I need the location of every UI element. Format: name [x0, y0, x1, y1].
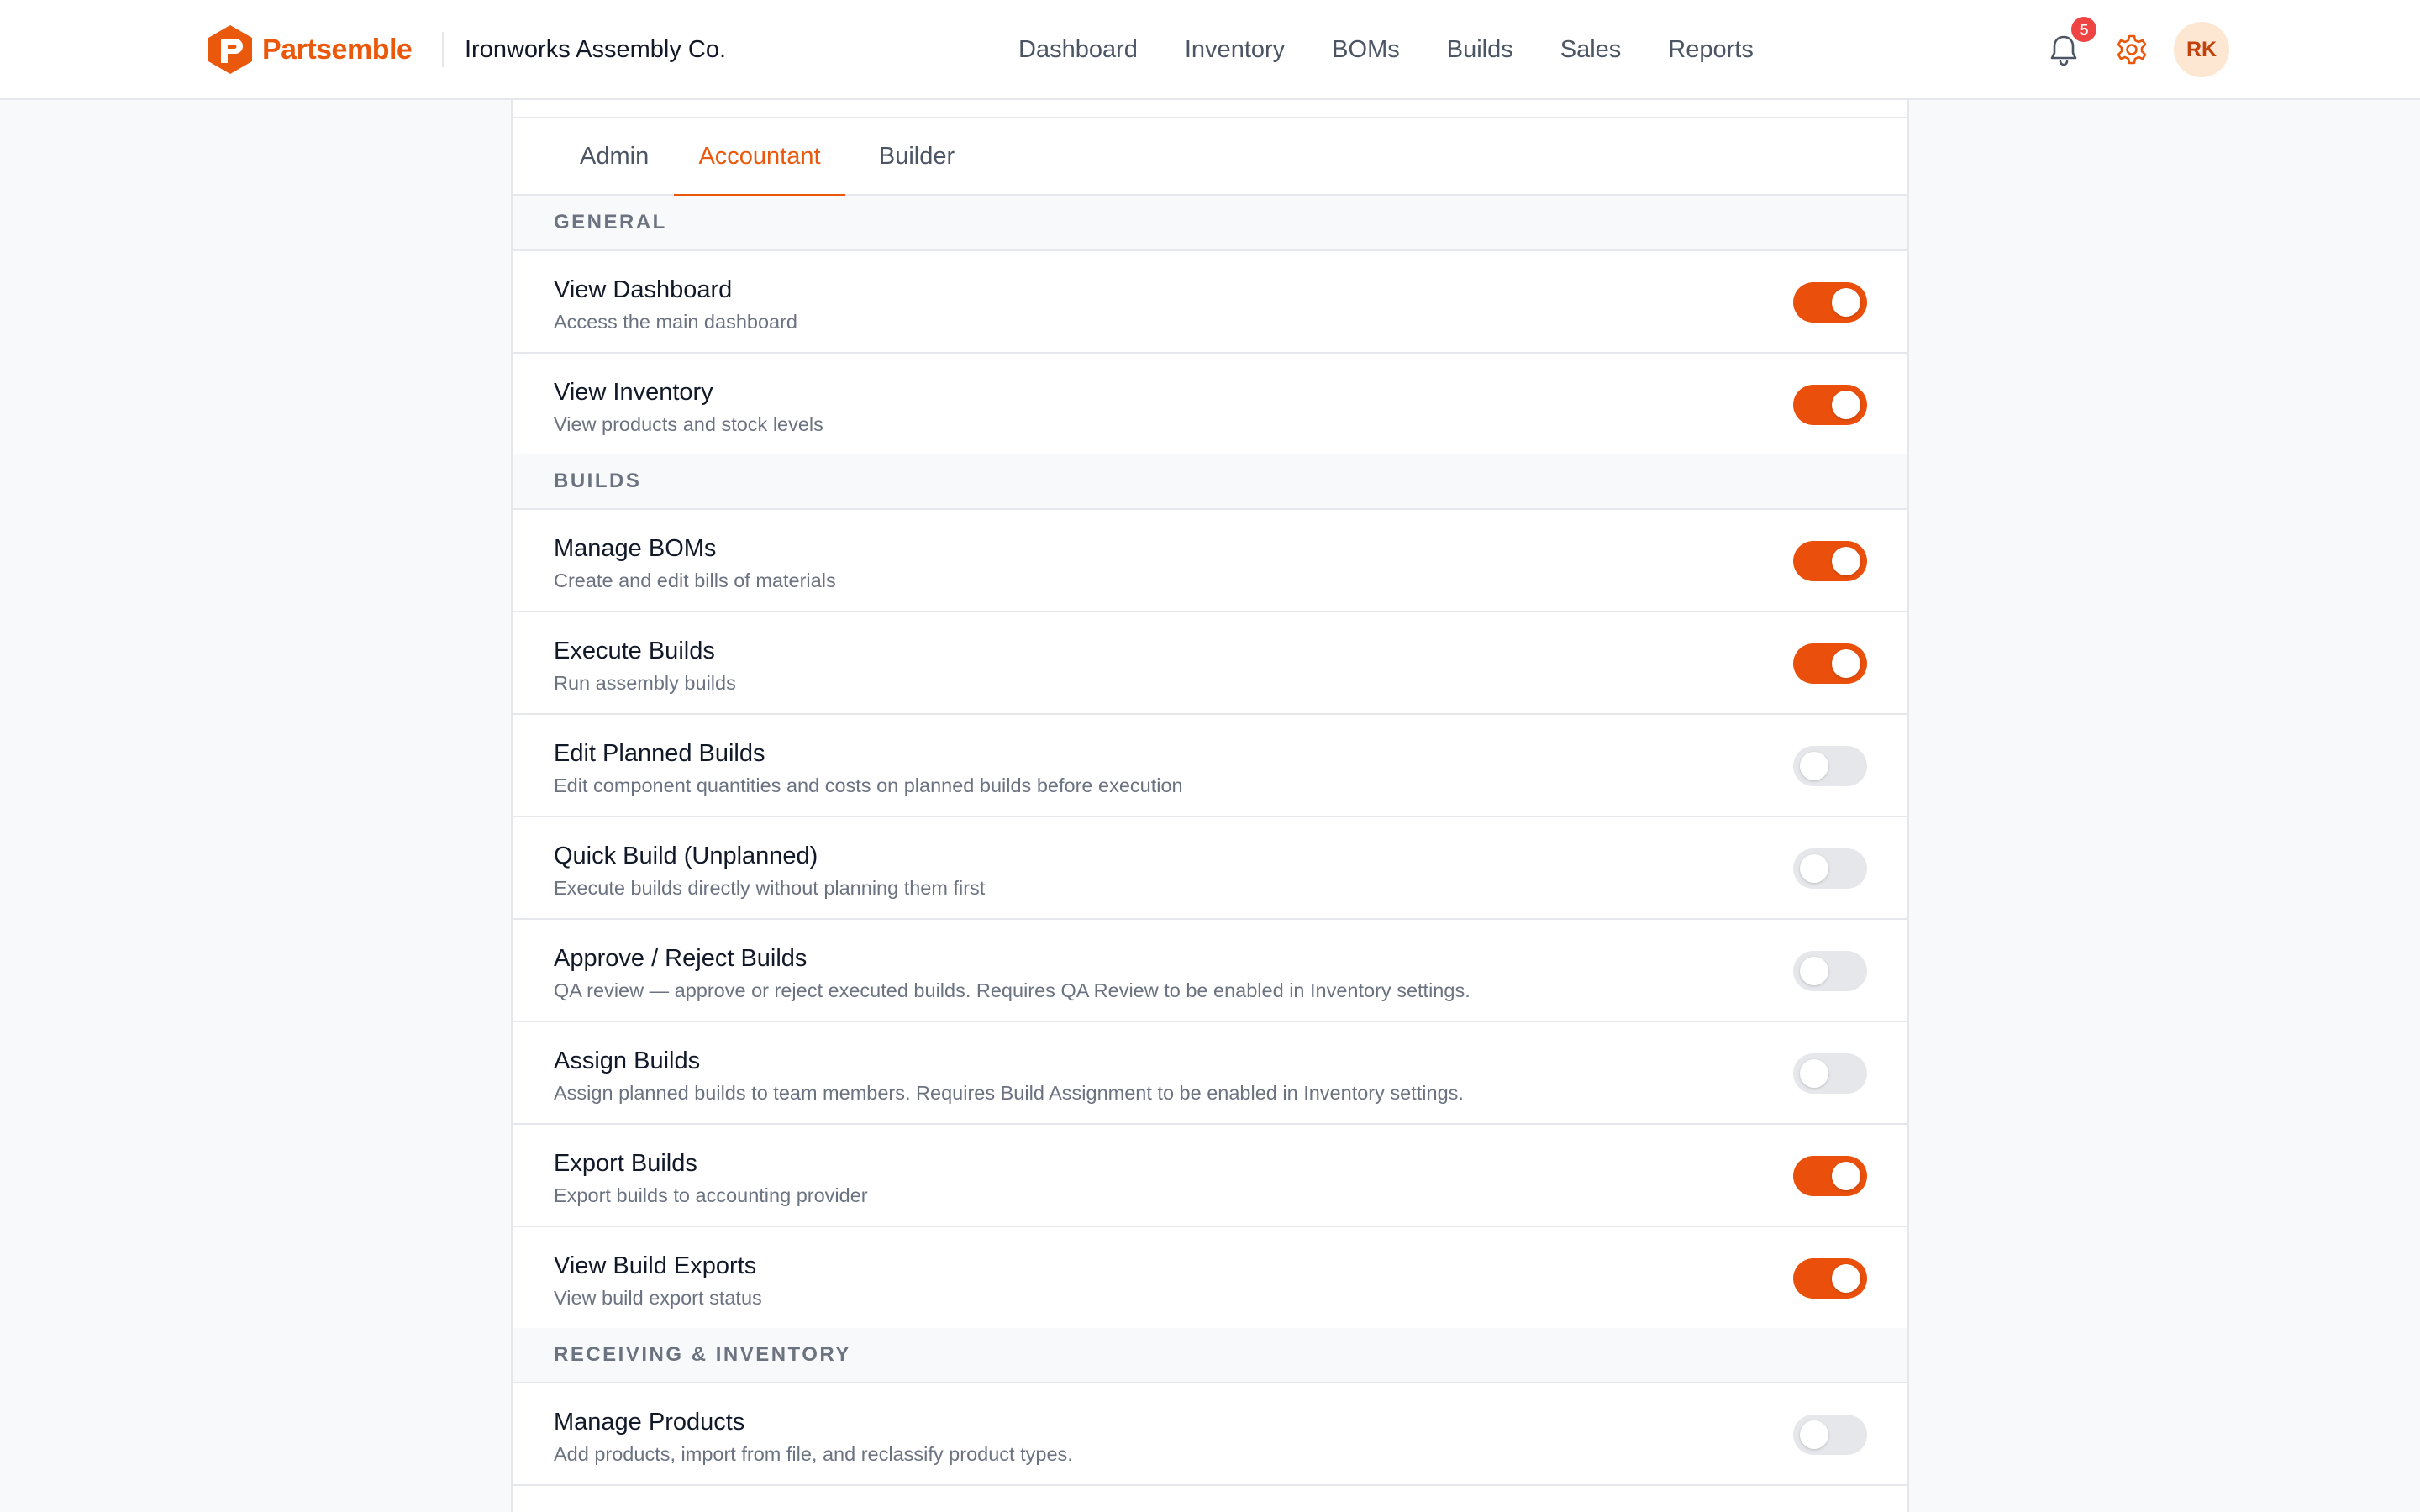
- permission-toggle[interactable]: [1793, 643, 1867, 684]
- permission-description: Edit component quantities and costs on p…: [554, 774, 1183, 796]
- permission-title: Assign Builds: [554, 1047, 701, 1074]
- permission-toggle[interactable]: [1793, 848, 1867, 889]
- toggle-knob: [1800, 854, 1828, 883]
- permission-description: QA review — approve or reject executed b…: [554, 979, 1470, 1001]
- permission-row: Edit Planned Builds Edit component quant…: [513, 715, 1907, 817]
- nav-sales[interactable]: Sales: [1560, 32, 1622, 67]
- toggle-knob: [1800, 1420, 1828, 1449]
- gear-icon[interactable]: [2115, 32, 2149, 67]
- toggle-knob: [1832, 547, 1860, 575]
- nav-dashboard[interactable]: Dashboard: [1018, 32, 1138, 67]
- permission-toggle[interactable]: [1793, 1258, 1867, 1299]
- permission-description: Add products, import from file, and recl…: [554, 1443, 1073, 1465]
- toggle-knob: [1800, 957, 1828, 985]
- top-nav-bar: Partsemble Ironworks Assembly Co. Dashbo…: [0, 0, 2420, 100]
- role-tabs: Admin Accountant Builder: [513, 118, 1907, 197]
- permission-title: Approve / Reject Builds: [554, 945, 808, 972]
- toggle-knob: [1832, 391, 1860, 419]
- permission-description: Assign planned builds to team members. R…: [554, 1082, 1464, 1104]
- toggle-knob: [1800, 752, 1828, 780]
- nav-boms[interactable]: BOMs: [1332, 32, 1400, 67]
- permission-row: Execute Builds Run assembly builds: [513, 612, 1907, 715]
- permission-title: View Inventory: [554, 379, 713, 406]
- permission-title: Manage Products: [554, 1409, 745, 1436]
- user-avatar[interactable]: RK: [2174, 22, 2229, 77]
- permission-title: View Dashboard: [554, 276, 733, 303]
- permission-row: Assign Builds Assign planned builds to t…: [513, 1022, 1907, 1125]
- header-divider: [442, 32, 444, 67]
- toggle-knob: [1832, 1264, 1860, 1293]
- permission-row: View Inventory View products and stock l…: [513, 354, 1907, 454]
- permission-toggle[interactable]: [1793, 1415, 1867, 1455]
- partsemble-logo-icon: [208, 25, 252, 74]
- notification-badge: 5: [2070, 15, 2098, 44]
- permission-title: Manage BOMs: [554, 535, 717, 562]
- permission-description: View products and stock levels: [554, 413, 823, 435]
- permission-description: Create and edit bills of materials: [554, 570, 836, 591]
- permission-description: Run assembly builds: [554, 672, 736, 694]
- permission-toggle[interactable]: [1793, 1053, 1867, 1094]
- permission-row: Export Builds Export builds to accountin…: [513, 1125, 1907, 1227]
- toggle-knob: [1832, 1162, 1860, 1190]
- main-nav: Dashboard Inventory BOMs Builds Sales Re…: [1018, 32, 1801, 67]
- tab-admin[interactable]: Admin: [580, 118, 649, 196]
- nav-inventory[interactable]: Inventory: [1185, 32, 1285, 67]
- permission-toggle[interactable]: [1793, 541, 1867, 581]
- permission-toggle[interactable]: [1793, 1156, 1867, 1196]
- permission-description: View build export status: [554, 1287, 762, 1309]
- toggle-knob: [1832, 288, 1860, 317]
- section-header-receiving-inventory: RECEIVING & INVENTORY: [513, 1328, 1907, 1383]
- permission-toggle[interactable]: [1793, 385, 1867, 425]
- permission-title: View Build Exports: [554, 1252, 757, 1279]
- tab-accountant[interactable]: Accountant: [674, 118, 845, 197]
- permission-row: Manage Products Add products, import fro…: [513, 1383, 1907, 1486]
- permissions-list: GENERAL View Dashboard Access the main d…: [513, 196, 1907, 1486]
- permission-toggle[interactable]: [1793, 951, 1867, 991]
- nav-builds[interactable]: Builds: [1447, 32, 1513, 67]
- permission-row: Approve / Reject Builds QA review — appr…: [513, 920, 1907, 1022]
- permission-title: Execute Builds: [554, 638, 715, 664]
- company-name: Ironworks Assembly Co.: [465, 36, 727, 63]
- brand-name: Partsemble: [262, 33, 413, 66]
- section-header-general: GENERAL: [513, 196, 1907, 251]
- nav-reports[interactable]: Reports: [1668, 32, 1754, 67]
- permission-title: Quick Build (Unplanned): [554, 843, 818, 869]
- permission-description: Export builds to accounting provider: [554, 1184, 868, 1206]
- permission-title: Export Builds: [554, 1150, 697, 1177]
- permission-toggle[interactable]: [1793, 282, 1867, 323]
- role-permissions-card: Admin Accountant Builder GENERAL View Da…: [511, 100, 1909, 1512]
- permission-row: Manage BOMs Create and edit bills of mat…: [513, 510, 1907, 612]
- tab-builder[interactable]: Builder: [871, 118, 963, 196]
- permission-description: Execute builds directly without planning…: [554, 877, 986, 899]
- permission-title: Edit Planned Builds: [554, 740, 765, 767]
- toggle-knob: [1800, 1059, 1828, 1088]
- permission-row: Quick Build (Unplanned) Execute builds d…: [513, 817, 1907, 920]
- permission-description: Access the main dashboard: [554, 311, 797, 333]
- brand-logo[interactable]: Partsemble: [207, 23, 413, 76]
- section-header-builds: BUILDS: [513, 454, 1907, 510]
- permission-toggle[interactable]: [1793, 746, 1867, 786]
- permission-row: View Build Exports View build export sta…: [513, 1227, 1907, 1328]
- toggle-knob: [1832, 649, 1860, 678]
- permission-row: View Dashboard Access the main dashboard: [513, 251, 1907, 354]
